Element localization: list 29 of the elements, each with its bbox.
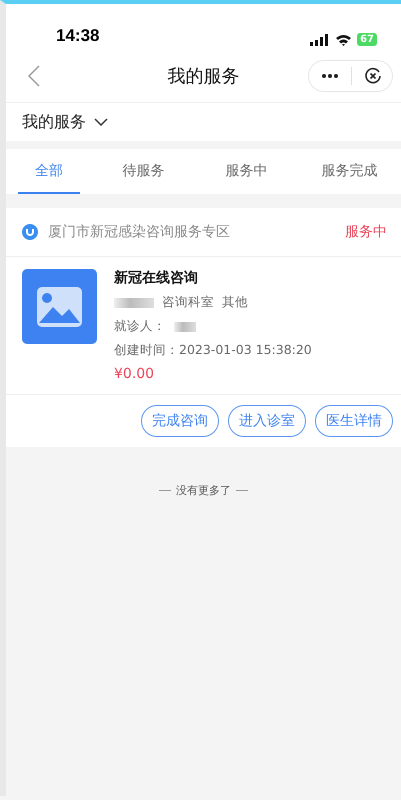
page-title: 我的服务 [168, 65, 240, 88]
wifi-icon [335, 34, 352, 46]
price-text: ¥0.00 [114, 366, 156, 382]
image-placeholder-icon [22, 269, 97, 344]
department-text: 咨询科室 [162, 294, 214, 311]
action-button[interactable]: 完成咨询 [141, 405, 219, 437]
status-tab[interactable]: 服务中 [194, 149, 298, 194]
status-time: 14:38 [56, 26, 100, 46]
back-icon[interactable] [28, 65, 40, 87]
close-icon[interactable] [364, 67, 382, 85]
service-title: 新冠在线咨询 [114, 269, 199, 287]
order-status: 服务中 [345, 223, 387, 241]
status-tab[interactable]: 服务完成 [298, 149, 401, 194]
no-more-text: 没有更多了 [176, 483, 231, 498]
redacted-mark [174, 322, 196, 332]
service-zone-name: 厦门市新冠感染咨询服务专区 [48, 223, 231, 241]
signal-icon [310, 34, 330, 46]
status-tab[interactable]: 待服务 [92, 149, 195, 194]
chevron-down-icon [94, 118, 108, 126]
created-time: 创建时间：2023-01-03 15:38:20 [114, 342, 312, 359]
battery-level: 67 [357, 33, 377, 46]
action-button[interactable]: 医生详情 [315, 405, 393, 437]
redacted-mark [114, 298, 154, 308]
status-tab[interactable]: 全部 [18, 149, 80, 194]
patient-label: 就诊人： [114, 318, 166, 335]
more-icon[interactable] [321, 73, 339, 79]
action-button[interactable]: 进入诊室 [228, 405, 306, 437]
category-text: 其他 [222, 294, 248, 311]
service-filter-dropdown[interactable]: 我的服务 [22, 112, 108, 132]
